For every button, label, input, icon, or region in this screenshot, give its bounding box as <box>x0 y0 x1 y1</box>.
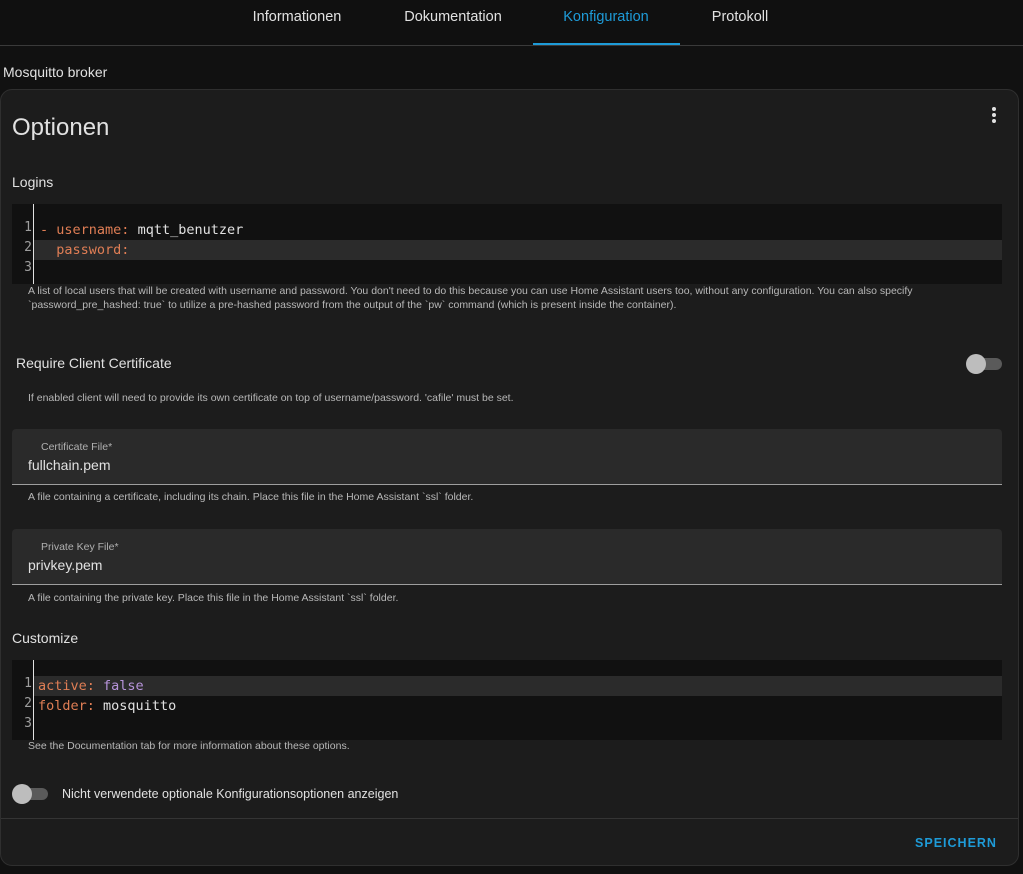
addon-name: Mosquitto broker <box>3 64 108 80</box>
line-number: 2 <box>24 240 32 255</box>
line-number: 3 <box>24 260 32 275</box>
line-number: 2 <box>24 696 32 711</box>
require-cert-toggle[interactable] <box>966 354 1002 374</box>
logins-helper-line-1: A list of local users that will be creat… <box>28 285 913 297</box>
keyfile-helper: A file containing the private key. Place… <box>28 592 399 604</box>
tab-informationen[interactable]: Informationen <box>236 0 358 45</box>
customize-helper: See the Documentation tab for more infor… <box>28 740 350 752</box>
certfile-value: fullchain.pem <box>28 457 111 473</box>
code-line: active: false <box>34 676 1002 696</box>
certfile-helper: A file containing a certificate, includi… <box>28 491 474 503</box>
line-number: 3 <box>24 716 32 731</box>
active-tab-indicator <box>533 43 680 45</box>
certfile-label: Certificate File* <box>41 441 113 453</box>
logins-label: Logins <box>12 174 54 190</box>
customize-yaml-editor[interactable]: 1 2 3 active: false folder: mosquitto <box>12 660 1002 740</box>
certfile-field[interactable]: Certificate File* fullchain.pem <box>12 429 1002 485</box>
keyfile-field[interactable]: Private Key File* privkey.pem <box>12 529 1002 585</box>
tab-bar: Informationen Dokumentation Konfiguratio… <box>0 0 1023 46</box>
customize-label: Customize <box>12 630 79 646</box>
keyfile-label: Private Key File* <box>41 541 119 553</box>
tab-dokumentation[interactable]: Dokumentation <box>390 0 516 45</box>
logins-yaml-editor[interactable]: 1 2 3 - username: mqtt_benutzer password… <box>12 204 1002 284</box>
show-unused-toggle[interactable] <box>12 784 48 804</box>
options-card: Optionen Logins 1 2 3 - username: mqtt_b… <box>0 89 1019 866</box>
code-line: - username: mqtt_benutzer <box>40 222 244 238</box>
actions-divider <box>1 818 1018 819</box>
save-button[interactable]: SPEICHERN <box>901 826 1011 860</box>
code-line: folder: mosquitto <box>38 698 177 714</box>
card-title: Optionen <box>12 114 110 141</box>
line-number: 1 <box>24 676 32 691</box>
line-number: 1 <box>24 220 32 235</box>
keyfile-value: privkey.pem <box>28 557 103 573</box>
tab-konfiguration[interactable]: Konfiguration <box>545 0 667 45</box>
show-unused-label: Nicht verwendete optionale Konfiguration… <box>62 787 399 801</box>
require-cert-label: Require Client Certificate <box>16 355 172 371</box>
logins-helper-line-2: `password_pre_hashed: true` to utilize a… <box>28 299 677 311</box>
dots-vertical-icon[interactable] <box>986 104 1002 126</box>
tab-protokoll[interactable]: Protokoll <box>695 0 785 45</box>
require-cert-helper: If enabled client will need to provide i… <box>28 392 514 404</box>
code-line: password: <box>34 240 1002 260</box>
